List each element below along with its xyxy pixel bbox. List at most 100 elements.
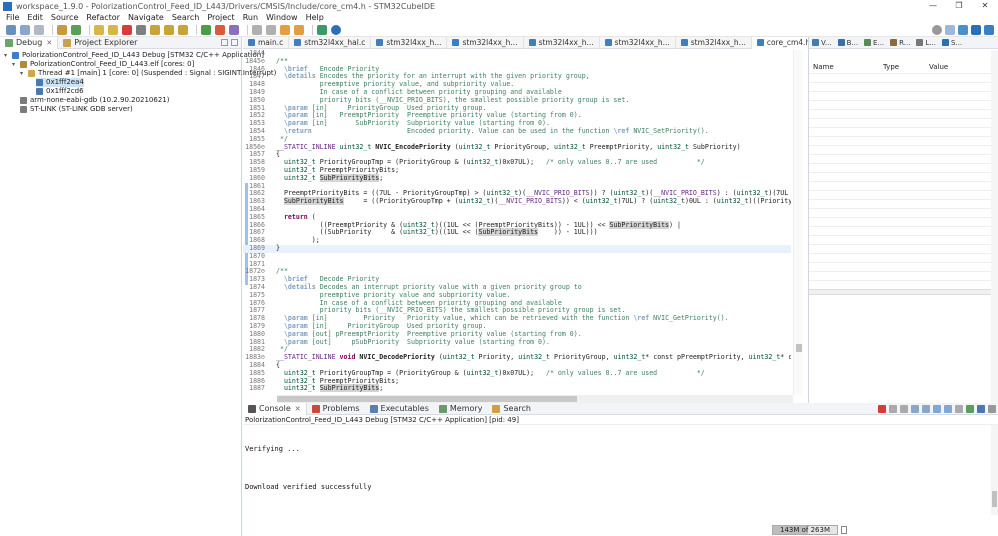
tab-search[interactable]: Search <box>487 403 535 415</box>
chevron-down-icon[interactable]: ▾ <box>20 69 27 78</box>
open-console-icon[interactable] <box>977 405 985 413</box>
column-type[interactable]: Type <box>879 63 925 71</box>
code-line[interactable]: 1870 <box>243 252 791 261</box>
tab-debug[interactable]: Debug ✕ <box>0 36 59 49</box>
back-icon[interactable] <box>280 24 290 35</box>
code-line[interactable]: 1883⊖ __STATIC_INLINE void NVIC_DecodePri… <box>243 353 791 362</box>
tab-executables[interactable]: Executables <box>365 403 434 415</box>
scroll-lock-icon[interactable] <box>922 405 930 413</box>
view-menu-icon[interactable] <box>988 405 996 413</box>
tab-header-2[interactable]: stm32l4xx_h... <box>447 36 524 49</box>
new-icon[interactable] <box>6 24 16 35</box>
tab-memory[interactable]: Memory <box>434 403 488 415</box>
terminate-icon[interactable] <box>878 405 886 413</box>
search-tool-icon[interactable] <box>252 24 262 35</box>
garbage-collect-icon[interactable] <box>841 526 847 534</box>
tab-variables[interactable]: V... <box>809 37 835 49</box>
step-return-icon[interactable] <box>178 24 188 35</box>
tab-console[interactable]: Console ✕ <box>243 402 307 415</box>
save-icon[interactable] <box>20 24 30 35</box>
open-perspective-icon[interactable] <box>317 24 327 35</box>
code-line[interactable]: 1867 ((SubPriority & (uint32_t)((1UL << … <box>243 228 791 237</box>
menu-edit[interactable]: Edit <box>27 13 43 22</box>
tab-header-4[interactable]: stm32l4xx_h... <box>600 36 676 49</box>
code-line[interactable]: 1856⊖ __STATIC_INLINE uint32_t NVIC_Encod… <box>243 143 791 152</box>
code-line[interactable]: 1871 <box>243 260 791 269</box>
resume-icon[interactable] <box>94 24 104 35</box>
tree-item-frame[interactable]: 0x1fff2cd6 <box>36 87 84 96</box>
code-line[interactable]: 1887 uint32_t SubPriorityBits; <box>243 384 791 393</box>
tab-header-5[interactable]: stm32l4xx_h... <box>676 36 752 49</box>
code-line[interactable]: 1881 \param [out] pSubPriority Subpriori… <box>243 338 791 347</box>
suspend-icon[interactable] <box>108 24 118 35</box>
code-line[interactable]: 1864 <box>243 205 791 214</box>
tab-live-expressions[interactable]: L... <box>913 37 939 49</box>
tree-item-elf[interactable]: ▾ PolorizationControl_Feed_ID_L443.elf [… <box>12 60 194 69</box>
perspective-device-icon[interactable] <box>971 25 981 35</box>
close-icon[interactable]: ✕ <box>295 405 301 413</box>
variables-scrollbar[interactable] <box>991 50 998 403</box>
console-scrollbar[interactable] <box>991 425 998 515</box>
tab-hal-c[interactable]: stm32l4xx_hal.c <box>289 36 372 49</box>
menu-search[interactable]: Search <box>172 13 199 22</box>
close-icon[interactable]: ✕ <box>46 39 52 47</box>
tree-item-stlink[interactable]: ST-LINK (ST-LINK GDB server) <box>20 105 133 114</box>
code-line[interactable]: 1869} <box>243 244 791 253</box>
code-line[interactable]: 1854 \return Encoded priority. Value can… <box>243 127 791 136</box>
maximize-button[interactable]: ❐ <box>946 0 972 12</box>
maximize-view-button[interactable] <box>231 39 238 46</box>
tab-sfrs[interactable]: S... <box>939 37 965 49</box>
menu-project[interactable]: Project <box>207 13 234 22</box>
remove-launch-icon[interactable] <box>889 405 897 413</box>
show-on-output-icon[interactable] <box>944 405 952 413</box>
detail-pane-splitter[interactable] <box>809 289 998 295</box>
tree-item-thread[interactable]: ▾ Thread #1 [main] 1 [core: 0] (Suspende… <box>20 69 276 78</box>
menu-refactor[interactable]: Refactor <box>86 13 120 22</box>
step-into-icon[interactable] <box>150 24 160 35</box>
column-name[interactable]: Name <box>809 63 879 71</box>
run-icon[interactable] <box>201 24 211 35</box>
pin-console-icon[interactable] <box>955 405 963 413</box>
tab-registers[interactable]: R... <box>887 37 913 49</box>
menu-source[interactable]: Source <box>51 13 78 22</box>
menu-navigate[interactable]: Navigate <box>128 13 164 22</box>
tree-item-frame-selected[interactable]: 0x1fff2ea4 <box>36 78 84 87</box>
word-wrap-icon[interactable] <box>933 405 941 413</box>
tree-item-gdb[interactable]: arm-none-eabi-gdb (10.2.90.20210621) <box>20 96 169 105</box>
tab-main-c[interactable]: main.c <box>243 36 290 49</box>
chevron-down-icon[interactable]: ▾ <box>12 60 19 69</box>
save-all-icon[interactable] <box>34 24 44 35</box>
tab-header-1[interactable]: stm32l4xx_h... <box>371 36 448 49</box>
perspective-debug-icon[interactable] <box>958 25 968 35</box>
minimize-button[interactable]: — <box>920 0 946 12</box>
tree-item-launch[interactable]: ▾ PolorizationControl_Feed_ID_L443 Debug… <box>4 51 264 60</box>
info-icon[interactable] <box>331 24 341 35</box>
remove-all-icon[interactable] <box>900 405 908 413</box>
menu-run[interactable]: Run <box>243 13 258 22</box>
perspective-cube-icon[interactable] <box>984 25 994 35</box>
code-line[interactable]: 1863 SubPriorityBits = ((PriorityGroupTm… <box>243 197 791 206</box>
build-icon[interactable] <box>57 24 67 35</box>
code-line[interactable]: 1868 ); <box>243 236 791 245</box>
open-type-icon[interactable] <box>229 24 239 35</box>
heap-status[interactable]: 143M of 263M <box>772 525 838 535</box>
forward-icon[interactable] <box>294 24 304 35</box>
tab-project-explorer[interactable]: Project Explorer <box>58 37 142 49</box>
debug-icon[interactable] <box>71 24 81 35</box>
perspective-cxx-icon[interactable] <box>945 25 955 35</box>
chevron-down-icon[interactable]: ▾ <box>4 51 11 60</box>
terminate-icon[interactable] <box>122 24 132 35</box>
close-window-button[interactable]: ✕ <box>972 0 998 12</box>
step-over-icon[interactable] <box>164 24 174 35</box>
code-line[interactable]: 1844 <box>243 50 791 58</box>
search-icon[interactable] <box>932 25 942 35</box>
display-console-icon[interactable] <box>966 405 974 413</box>
clear-console-icon[interactable] <box>911 405 919 413</box>
code-area[interactable]: 1844 1845⊖/** 1846 \brief Encode Priority 1… <box>243 50 791 395</box>
disconnect-icon[interactable] <box>136 24 146 35</box>
tab-header-3[interactable]: stm32l4xx_h... <box>524 36 600 49</box>
scroll-thumb[interactable] <box>992 491 997 507</box>
tab-expressions[interactable]: E... <box>861 37 887 49</box>
external-tools-icon[interactable] <box>215 24 225 35</box>
menu-file[interactable]: File <box>6 13 19 22</box>
